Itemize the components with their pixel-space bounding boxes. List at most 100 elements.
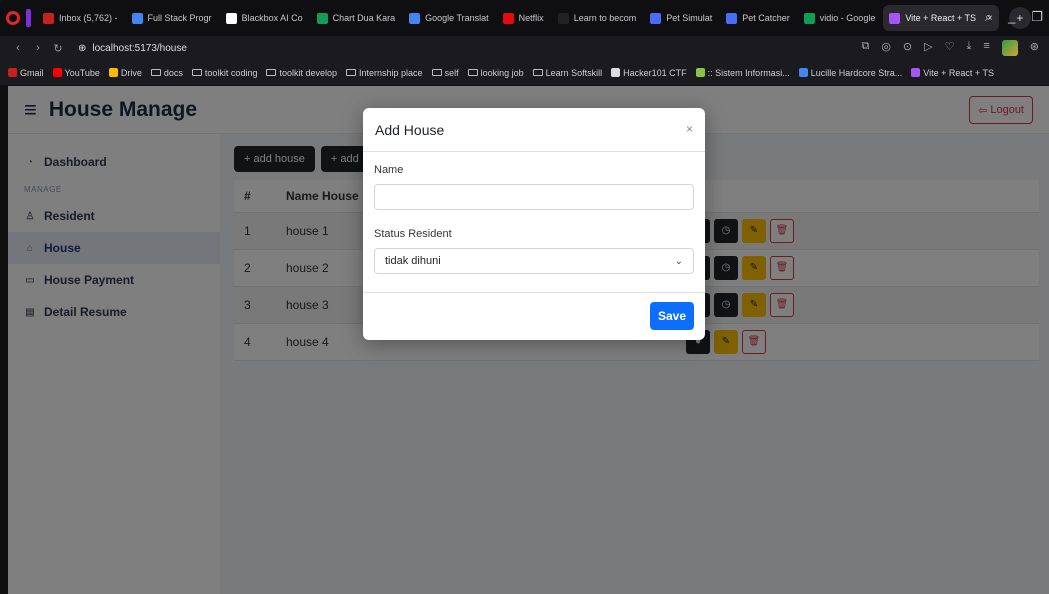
- bookmark-label: Learn Softskill: [545, 67, 603, 78]
- browser-tab[interactable]: Blackbox AI Co: [220, 5, 309, 31]
- folder-icon: [346, 69, 357, 76]
- name-input[interactable]: [374, 184, 694, 210]
- sidebar-toggle-icon[interactable]: [26, 9, 31, 27]
- folder-icon: [431, 69, 442, 76]
- modal-header: Add House ×: [363, 108, 705, 152]
- tab-list: Inbox (5,762) - Full Stack Progr Blackbox …: [37, 5, 999, 31]
- folder-icon: [191, 69, 202, 76]
- bookmark-favicon-icon: [611, 68, 621, 77]
- browser-tab[interactable]: Netflix: [497, 5, 550, 31]
- back-icon[interactable]: ‹: [8, 42, 28, 54]
- tab-label: vidio - Google: [819, 13, 876, 23]
- modal-footer: Save: [363, 292, 705, 340]
- modal-body: Name Status Resident tidak dihuni ⌄: [363, 152, 705, 274]
- tab-favicon-icon: [803, 12, 815, 24]
- bookmark-label: YouTube: [64, 67, 100, 78]
- profile-avatar[interactable]: [1001, 40, 1018, 56]
- browser-tab[interactable]: Inbox (5,762) -: [37, 5, 124, 31]
- url-field[interactable]: ⊕ localhost:5173/house: [78, 43, 187, 54]
- browser-tab[interactable]: Pet Simulat: [644, 5, 718, 31]
- tab-label: Full Stack Progr: [147, 13, 212, 23]
- browser-tab[interactable]: Pet Catcher: [720, 5, 796, 31]
- status-resident-label: Status Resident: [374, 228, 452, 240]
- tab-label: Vite + React + TS: [905, 13, 977, 23]
- bookmark-label: Lucille Hardcore Stra...: [810, 67, 903, 78]
- folder-icon: [266, 69, 277, 76]
- bookmark-item[interactable]: Gmail: [8, 68, 44, 78]
- reload-icon[interactable]: ↻: [48, 42, 68, 55]
- name-label: Name: [374, 164, 404, 176]
- play-icon[interactable]: ▷: [924, 40, 932, 56]
- status-selected-value: tidak dihuni: [385, 255, 441, 267]
- search-icon[interactable]: ⌕: [985, 9, 992, 25]
- tab-label: Google Translat: [425, 13, 489, 23]
- bookmark-item[interactable]: toolkit coding: [191, 68, 257, 78]
- bookmark-favicon-icon: [798, 68, 808, 77]
- folder-icon: [467, 69, 478, 76]
- browser-tab[interactable]: Google Translat: [403, 5, 495, 31]
- downloads-icon[interactable]: ⤓: [966, 40, 971, 56]
- bookmark-favicon-icon: [108, 68, 118, 77]
- bookmark-favicon-icon: [52, 68, 62, 77]
- bookmark-item[interactable]: looking job: [467, 67, 524, 78]
- browser-tab[interactable]: Chart Dua Kara: [311, 5, 402, 31]
- add-house-modal: Add House × Name Status Resident tidak d…: [363, 108, 705, 340]
- folder-icon: [532, 69, 543, 76]
- tab-label: Netflix: [518, 13, 544, 23]
- tab-favicon-icon: [502, 12, 514, 24]
- opera-logo-icon[interactable]: [6, 11, 20, 25]
- bookmark-item[interactable]: Internship place: [346, 68, 423, 78]
- tab-label: Learn to becom: [573, 13, 637, 23]
- browser-tab[interactable]: vidio - Google: [798, 5, 882, 31]
- browser-tab[interactable]: Learn to becom: [552, 5, 643, 31]
- bookmark-item[interactable]: toolkit develop: [266, 68, 337, 78]
- bookmark-favicon-icon: [8, 68, 17, 77]
- tab-favicon-icon: [225, 12, 237, 24]
- save-button[interactable]: Save: [649, 302, 694, 330]
- tab-favicon-icon: [409, 12, 421, 24]
- bookmark-item[interactable]: docs: [150, 68, 183, 78]
- bookmark-label: self: [444, 67, 459, 78]
- bookmark-label: toolkit develop: [279, 67, 338, 78]
- download-icon[interactable]: ⊙: [903, 40, 912, 56]
- browser-tab[interactable]: Full Stack Progr: [126, 5, 218, 31]
- bookmark-favicon-icon: [911, 68, 921, 77]
- site-info-icon[interactable]: ⊕: [78, 43, 86, 54]
- tab-favicon-icon: [316, 12, 328, 24]
- tab-favicon-icon: [557, 12, 569, 24]
- bookmark-item[interactable]: Hacker101 CTF: [611, 68, 687, 78]
- bookmark-label: :: Sistem Informasi...: [707, 67, 790, 78]
- tab-favicon-icon: [889, 12, 901, 24]
- bookmarks-bar: Gmail YouTube Drive docs toolkit coding toolk…: [0, 60, 1049, 86]
- forward-icon[interactable]: ›: [28, 42, 48, 54]
- bookmark-item[interactable]: Drive: [108, 68, 142, 78]
- bookmark-item[interactable]: Lucille Hardcore Stra...: [798, 67, 903, 78]
- bookmark-label: Gmail: [20, 67, 44, 78]
- tab-label: Blackbox AI Co: [241, 13, 303, 23]
- modal-title: Add House: [375, 121, 445, 138]
- bookmark-item[interactable]: Learn Softskill: [532, 67, 603, 78]
- snap-icon[interactable]: ❐: [1031, 9, 1043, 25]
- chevron-down-icon: ⌄: [674, 255, 683, 267]
- menu-icon[interactable]: ≡: [983, 40, 989, 56]
- bookmark-item[interactable]: self: [431, 67, 459, 78]
- browser-tab[interactable]: Vite + React + TS ×: [883, 5, 999, 31]
- minimize-icon[interactable]: _: [1008, 9, 1015, 25]
- bookmark-item[interactable]: YouTube: [52, 67, 100, 78]
- status-resident-select[interactable]: tidak dihuni ⌄: [374, 248, 694, 274]
- tab-favicon-icon: [726, 12, 738, 24]
- tab-favicon-icon: [650, 12, 662, 24]
- bookmark-item[interactable]: Vite + React + TS: [911, 68, 994, 78]
- bookmark-label: Vite + React + TS: [923, 67, 994, 78]
- camera-icon[interactable]: ◎: [881, 40, 891, 56]
- tab-label: Pet Catcher: [742, 13, 790, 23]
- tab-label: Pet Simulat: [666, 13, 713, 23]
- vpn-icon[interactable]: ⊛: [1030, 40, 1039, 56]
- heart-icon[interactable]: ♡: [945, 40, 955, 56]
- tab-favicon-icon: [43, 12, 54, 24]
- bookmark-label: looking job: [480, 67, 524, 78]
- bookmark-item[interactable]: :: Sistem Informasi...: [695, 67, 790, 78]
- close-icon[interactable]: ×: [686, 122, 693, 136]
- screenshot-icon[interactable]: ⧉: [861, 40, 869, 56]
- folder-icon: [150, 69, 161, 76]
